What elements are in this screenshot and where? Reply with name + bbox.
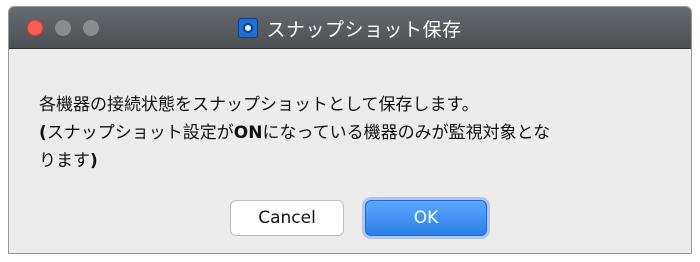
message-text-a: スナップショット設定が (46, 123, 234, 143)
message-close-paren: ) (90, 151, 98, 171)
cancel-button[interactable]: Cancel (230, 200, 344, 236)
message-line-2: (スナップショット設定がONになっている機器のみが監視対象とな (39, 119, 689, 147)
dialog-window: スナップショット保存 各機器の接続状態をスナップショットとして保存します。 (ス… (8, 6, 692, 254)
message-line-1: 各機器の接続状態をスナップショットとして保存します。 (39, 95, 479, 115)
app-icon (238, 18, 259, 38)
title-group: スナップショット保存 (9, 7, 691, 49)
dialog-message: 各機器の接続状態をスナップショットとして保存します。 (スナップショット設定がO… (39, 91, 689, 175)
message-line-3: ります) (39, 147, 689, 175)
message-on-text: ON (233, 123, 263, 143)
button-row: Cancel OK (9, 200, 691, 240)
ok-button[interactable]: OK (365, 200, 487, 236)
message-open-paren: ( (39, 123, 47, 143)
title-bar: スナップショット保存 (9, 7, 691, 49)
message-text-b: になっている機器のみが監視対象とな (262, 123, 551, 143)
window-title: スナップショット保存 (266, 18, 462, 41)
message-text-c: ります (39, 151, 90, 171)
